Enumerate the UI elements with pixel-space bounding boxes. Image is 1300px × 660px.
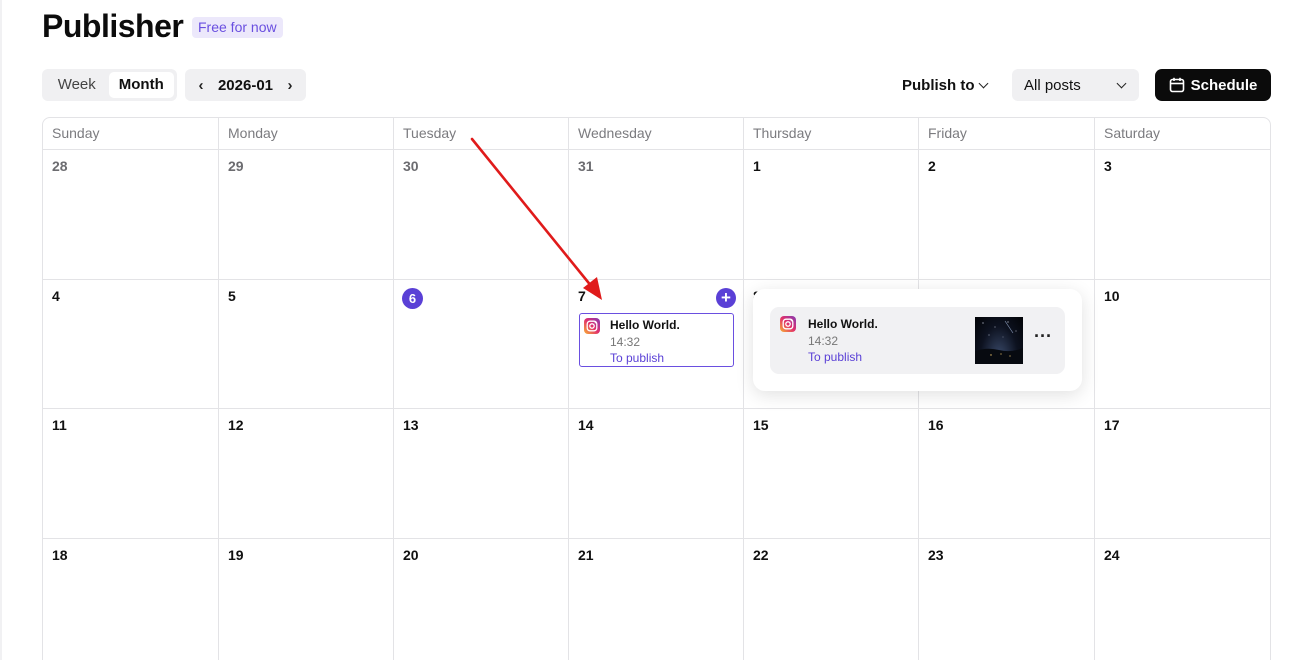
scheduled-post-card[interactable]: Hello World. 14:32 To publish [579,313,734,367]
popover-post-time: 14:32 [808,334,839,348]
day-cell[interactable]: 10 [1095,280,1270,409]
day-number: 20 [403,547,419,563]
weekday-header-tuesday: Tuesday [394,118,569,150]
day-cell[interactable]: 4 [43,280,219,409]
day-cell[interactable]: 1 [744,150,919,280]
day-cell-today[interactable]: 6 [394,280,569,409]
night-sky-thumbnail [975,320,1023,364]
day-cell[interactable]: 29 [219,150,394,280]
day-number: 14 [578,417,594,433]
day-number: 18 [52,547,68,563]
day-number: 5 [228,288,236,304]
day-cell[interactable]: 15 [744,409,919,539]
day-number: 3 [1104,158,1112,174]
view-month-button[interactable]: Month [108,72,174,98]
day-number: 2 [928,158,936,174]
day-cell[interactable]: 5 [219,280,394,409]
page-title: Publisher [42,8,184,44]
month-navigator: ‹ 2026-01 › [185,69,306,101]
popover-post-item[interactable]: Hello World. 14:32 To publish ··· [770,307,1065,374]
day-number: 4 [52,288,60,304]
plan-badge: Free for now [192,17,283,38]
post-time: 14:32 [610,335,641,349]
day-number: 24 [1104,547,1120,563]
day-number: 16 [928,417,944,433]
instagram-icon [584,318,600,334]
weekday-header-wednesday: Wednesday [569,118,744,150]
day-cell[interactable]: 20 [394,539,569,660]
day-number: 30 [403,158,419,174]
day-cell[interactable]: 16 [919,409,1095,539]
weekday-header-monday: Monday [219,118,394,150]
day-cell[interactable]: 30 [394,150,569,280]
day-number: 11 [52,417,67,433]
day-cell[interactable]: 31 [569,150,744,280]
day-number: 1 [753,158,761,174]
publish-to-dropdown[interactable]: Publish to [902,75,988,95]
day-number: 23 [928,547,944,563]
page-left-edge [0,0,2,660]
add-post-button[interactable]: + [716,288,736,308]
more-dots-icon[interactable]: ··· [1034,327,1052,345]
popover-post-title: Hello World. [808,317,878,331]
weekday-header-thursday: Thursday [744,118,919,150]
view-toggle: Week Month [42,69,177,101]
day-number: 21 [578,547,594,563]
posts-filter-value: All posts [1024,76,1081,94]
schedule-label: Schedule [1190,76,1258,94]
day-cell[interactable]: 12 [219,409,394,539]
day-number: 19 [228,547,244,563]
weekday-header-friday: Friday [919,118,1095,150]
day-cell[interactable]: 3 [1095,150,1270,280]
popover-post-status: To publish [808,350,863,364]
day-number: 15 [753,417,769,433]
post-preview-popover: Hello World. 14:32 To publish ··· [753,289,1082,391]
chevron-down-icon [978,78,988,88]
day-number: 31 [578,158,594,174]
day-number: 29 [228,158,244,174]
day-number: 13 [403,417,419,433]
post-status: To publish [610,351,665,365]
day-number: 10 [1104,288,1120,304]
day-number: 7 [578,288,586,304]
view-week-button[interactable]: Week [45,72,109,98]
day-number: 12 [228,417,244,433]
post-thumbnail-image [975,317,1023,364]
day-number: 17 [1104,417,1120,433]
day-cell[interactable]: 18 [43,539,219,660]
day-cell[interactable]: 22 [744,539,919,660]
day-cell[interactable]: 24 [1095,539,1270,660]
day-cell[interactable]: 21 [569,539,744,660]
day-cell[interactable]: 2 [919,150,1095,280]
publish-to-label: Publish to [902,76,975,94]
day-number: 22 [753,547,769,563]
day-cell[interactable]: 13 [394,409,569,539]
day-cell[interactable]: 19 [219,539,394,660]
next-month-button[interactable]: › [285,77,295,94]
month-calendar: Sunday Monday Tuesday Wednesday Thursday… [42,117,1271,660]
day-cell[interactable]: 14 [569,409,744,539]
day-cell[interactable]: 28 [43,150,219,280]
posts-filter-select[interactable]: All posts [1012,69,1139,101]
weekday-header-saturday: Saturday [1095,118,1270,150]
instagram-icon [780,316,796,332]
post-title: Hello World. [610,318,680,332]
chevron-down-icon [1116,78,1127,88]
day-number: 28 [52,158,68,174]
schedule-button[interactable]: Schedule [1155,69,1271,101]
calendar-icon [1169,77,1184,93]
weekday-header-sunday: Sunday [43,118,219,150]
today-marker: 6 [402,288,423,309]
current-month-label: 2026-01 [217,76,274,94]
day-cell[interactable]: 23 [919,539,1095,660]
day-cell[interactable]: 11 [43,409,219,539]
prev-month-button[interactable]: ‹ [196,77,206,94]
day-cell[interactable]: 17 [1095,409,1270,539]
